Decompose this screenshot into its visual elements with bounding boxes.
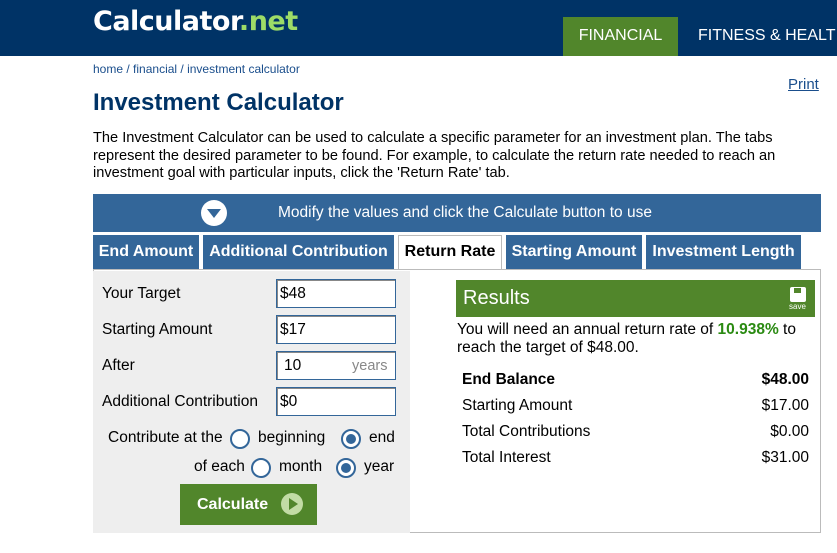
radio-month[interactable]	[251, 458, 271, 478]
target-label: Your Target	[102, 285, 181, 302]
logo-main-text: Calculator	[93, 6, 239, 37]
target-input[interactable]	[276, 279, 396, 308]
breadcrumb-separator: /	[123, 62, 134, 76]
total-interest-label: Total Interest	[462, 449, 551, 466]
chevron-down-icon[interactable]	[201, 200, 227, 226]
tab-starting-amount[interactable]: Starting Amount	[506, 235, 642, 269]
results-summary-pre: You will need an annual return rate of	[457, 321, 718, 338]
radio-year[interactable]	[336, 458, 356, 478]
logo-dot: .	[238, 6, 249, 37]
return-rate-value: 10.938%	[717, 321, 779, 338]
print-link[interactable]: Print	[788, 76, 819, 93]
end-balance-label: End Balance	[462, 371, 556, 388]
breadcrumb-separator: /	[177, 62, 188, 76]
additional-contribution-input[interactable]	[276, 387, 396, 416]
after-label: After	[102, 357, 135, 374]
additional-contribution-label: Additional Contribution	[102, 393, 258, 410]
tab-investment-length[interactable]: Investment Length	[646, 235, 801, 269]
save-icon[interactable]	[790, 287, 806, 302]
tab-return-rate[interactable]: Return Rate	[398, 235, 502, 271]
tab-end-amount[interactable]: End Amount	[93, 235, 199, 269]
results-title: Results	[463, 287, 530, 309]
results-summary: You will need an annual return rate of 1…	[457, 321, 817, 357]
tab-additional-contribution[interactable]: Additional Contribution	[203, 235, 394, 269]
years-suffix: years	[352, 358, 388, 374]
page-title: Investment Calculator	[93, 89, 344, 116]
breadcrumb-home[interactable]: home	[93, 62, 123, 76]
page-description: The Investment Calculator can be used to…	[93, 130, 776, 181]
starting-amount-label: Starting Amount	[102, 321, 213, 338]
nav-fitness-health[interactable]: FITNESS & HEALT	[698, 17, 836, 56]
play-icon[interactable]	[281, 493, 303, 515]
radio-end[interactable]	[341, 429, 361, 449]
logo-net-text: net	[248, 6, 298, 37]
radio-beginning[interactable]	[230, 429, 250, 449]
instruction-banner[interactable]: Modify the values and click the Calculat…	[93, 194, 821, 232]
radio-end-label[interactable]: end	[369, 429, 395, 447]
radio-month-label[interactable]: month	[279, 458, 322, 476]
starting-amount-result-value: $17.00	[761, 397, 809, 414]
banner-text: Modify the values and click the Calculat…	[278, 204, 652, 221]
radio-beginning-label[interactable]: beginning	[258, 429, 325, 447]
save-label[interactable]: save	[789, 302, 806, 311]
radio-year-label[interactable]: year	[364, 458, 394, 476]
results-header: Results save	[456, 280, 815, 317]
site-logo[interactable]: Calculator.net	[93, 6, 298, 37]
end-balance-value: $48.00	[761, 371, 809, 388]
breadcrumb: home / financial / investment calculator	[93, 62, 300, 76]
top-header-bar: Calculator.net FINANCIAL FITNESS & HEALT	[0, 0, 837, 56]
total-contributions-label: Total Contributions	[462, 423, 591, 440]
breadcrumb-financial[interactable]: financial	[133, 62, 177, 76]
total-interest-value: $31.00	[761, 449, 809, 466]
contribute-at-label: Contribute at the	[108, 429, 223, 446]
breadcrumb-current[interactable]: investment calculator	[187, 62, 300, 76]
starting-amount-input[interactable]	[276, 315, 396, 344]
of-each-label: of each	[194, 458, 245, 475]
starting-amount-result-label: Starting Amount	[462, 397, 573, 414]
total-contributions-value: $0.00	[770, 423, 809, 440]
nav-financial[interactable]: FINANCIAL	[563, 17, 678, 56]
